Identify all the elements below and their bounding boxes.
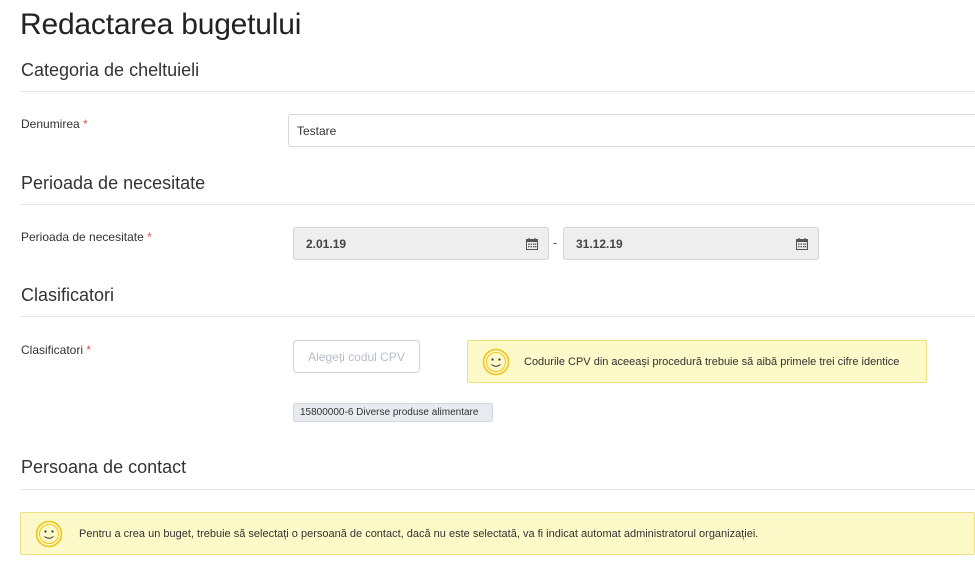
field-label-period-text: Perioada de necesitate bbox=[21, 230, 144, 244]
divider bbox=[20, 316, 975, 317]
contact-hint-note: Pentru a crea un buget, trebuie să selec… bbox=[20, 512, 975, 555]
period-end-date[interactable]: 31.12.19 bbox=[563, 227, 819, 260]
divider bbox=[20, 91, 975, 92]
field-label-classifiers: Clasificatori * bbox=[21, 343, 91, 357]
required-mark: * bbox=[147, 230, 152, 244]
smiley-icon bbox=[482, 348, 510, 375]
field-label-name-text: Denumirea bbox=[21, 117, 80, 131]
date-range-separator: - bbox=[553, 235, 558, 250]
divider bbox=[20, 204, 975, 205]
field-label-classifiers-text: Clasificatori bbox=[21, 343, 84, 357]
name-input[interactable] bbox=[288, 114, 975, 147]
period-start-date[interactable]: 2.01.19 bbox=[293, 227, 549, 260]
period-end-value: 31.12.19 bbox=[576, 236, 623, 251]
required-mark: * bbox=[83, 117, 88, 131]
section-title-classifiers: Clasificatori bbox=[21, 285, 115, 305]
choose-cpv-button[interactable]: Alegeți codul CPV bbox=[293, 340, 420, 373]
field-label-period: Perioada de necesitate * bbox=[21, 230, 152, 244]
smiley-icon bbox=[35, 520, 63, 547]
section-title-contact: Persoana de contact bbox=[21, 457, 187, 477]
cpv-hint-text: Codurile CPV din aceeași procedură trebu… bbox=[524, 355, 900, 368]
cpv-hint-note: Codurile CPV din aceeași procedură trebu… bbox=[467, 340, 927, 383]
calendar-icon[interactable] bbox=[526, 237, 538, 250]
contact-hint-text: Pentru a crea un buget, trebuie să selec… bbox=[79, 527, 759, 540]
page-title: Redactarea bugetului bbox=[20, 8, 302, 41]
field-label-name: Denumirea * bbox=[21, 117, 88, 131]
calendar-icon[interactable] bbox=[796, 237, 808, 250]
section-title-category: Categoria de cheltuieli bbox=[21, 60, 200, 80]
period-start-value: 2.01.19 bbox=[306, 236, 347, 251]
selected-cpv-tag[interactable]: 15800000-6 Diverse produse alimentare bbox=[293, 403, 493, 422]
required-mark: * bbox=[86, 343, 92, 357]
section-title-period: Perioada de necesitate bbox=[21, 173, 206, 193]
divider bbox=[20, 489, 975, 490]
